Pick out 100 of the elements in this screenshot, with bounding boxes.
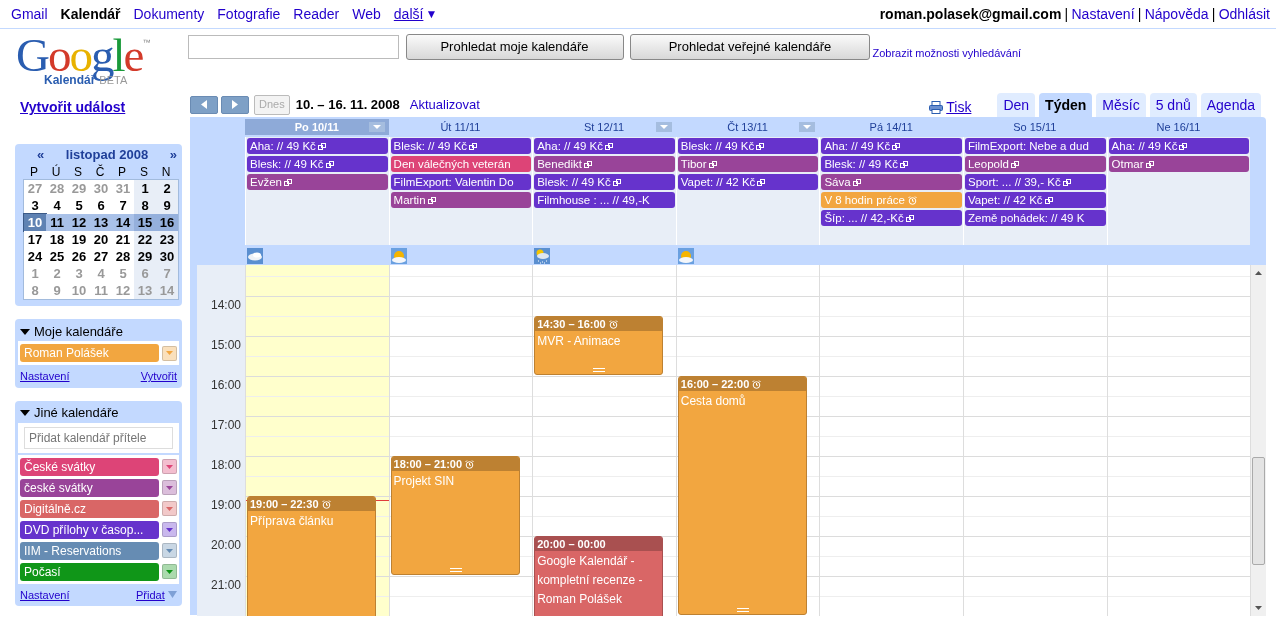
calendar-day[interactable]: 20 [90,231,112,248]
day-menu-button[interactable] [368,122,385,132]
search-button[interactable]: Prohledat veřejné kalendáře [630,34,870,60]
day-header[interactable]: Čt 13/11 [675,119,820,135]
calendar-day[interactable]: 1 [134,180,156,197]
header-link[interactable]: Nastavení [1071,3,1135,25]
calendar-menu-button[interactable] [162,345,177,361]
calendar-day[interactable]: 26 [68,248,90,265]
day-column[interactable] [819,265,963,616]
refresh-link[interactable]: Aktualizovat [409,94,480,115]
calendar-day[interactable]: 2 [156,180,178,197]
all-day-event[interactable]: Vapet: // 42 Kč [677,174,819,190]
panel-title[interactable]: Jiné kalendáře [34,403,119,423]
search-button[interactable]: Prohledat moje kalendáře [405,34,624,60]
view-tab[interactable]: Agenda [1200,93,1261,117]
calendar-day[interactable]: 17 [24,231,46,248]
calendar-day[interactable]: 15 [134,214,156,231]
all-day-event[interactable]: Aha: // 49 Kč [534,138,675,154]
app-link[interactable]: Kalendář [60,3,121,25]
app-link[interactable]: Fotografie [217,3,281,25]
calendar-day[interactable]: 4 [46,197,68,214]
search-field[interactable] [188,35,399,59]
view-tab[interactable]: Den [997,93,1036,117]
all-day-event[interactable]: Den válečných veterán [390,156,532,172]
resize-grip-icon[interactable] [736,608,749,612]
calendar-day[interactable]: 10 [24,214,46,231]
day-header[interactable]: Pá 14/11 [819,119,963,135]
previous-month-button[interactable]: « [37,145,45,165]
all-day-event[interactable]: Země pohádek: // 49 K [964,210,1106,226]
all-day-event[interactable]: Tibor [677,156,819,172]
all-day-event[interactable]: Blesk: // 49 Kč [677,138,819,154]
day-header[interactable]: Ne 16/11 [1106,119,1251,135]
calendar-day[interactable]: 25 [46,248,68,265]
all-day-event[interactable]: Aha: // 49 Kč [247,138,388,154]
view-tab[interactable]: Měsíc [1096,93,1146,117]
calendar-day[interactable]: 13 [90,214,112,231]
all-day-event[interactable]: Aha: // 49 Kč [1108,138,1250,154]
all-day-event[interactable]: Evžen [247,174,388,190]
panel-link[interactable]: Nastavení [20,368,70,385]
day-header[interactable]: So 15/11 [962,119,1107,135]
day-menu-button[interactable] [655,122,672,132]
all-day-event[interactable]: Blesk: // 49 Kč [821,156,962,172]
more-link[interactable]: další [393,3,424,25]
calendar-day[interactable]: 9 [156,197,178,214]
view-tab[interactable]: 5 dnů [1149,93,1197,117]
day-column[interactable] [962,265,1107,616]
resize-grip-icon[interactable] [593,368,606,372]
search-options-link[interactable]: Zobrazit možnosti vyhledávání [872,45,1022,62]
calendar-menu-button[interactable] [162,564,177,579]
calendar-day[interactable]: 12 [68,214,90,231]
panel-link[interactable]: Nastavení [20,586,70,603]
calendar-day[interactable]: 30 [156,248,178,265]
calendar-menu-button[interactable] [162,501,177,516]
create-event-link[interactable]: Vytvořit událost [20,97,126,118]
scroll-up-arrow-icon[interactable] [1255,271,1263,275]
all-day-event[interactable]: Šíp: ... // 42,-Kč [821,210,962,226]
calendar-day[interactable]: 18 [46,231,68,248]
calendar-day[interactable]: 24 [24,248,46,265]
all-day-event[interactable]: Leopold [964,156,1106,172]
scroll-down-arrow-icon[interactable] [1255,606,1263,610]
panel-link[interactable]: Přidat [136,586,165,603]
calendar-day[interactable]: 6 [90,197,112,214]
app-link[interactable]: Gmail [11,3,48,25]
calendar-day[interactable]: 27 [90,248,112,265]
calendar-day[interactable]: 19 [68,231,90,248]
day-header[interactable]: St 12/11 [532,119,676,135]
calendar-day[interactable]: 22 [134,231,156,248]
calendar-chip[interactable]: DVD přílohy v časop... [20,520,159,539]
panel-title[interactable]: Moje kalendáře [34,321,123,342]
header-link[interactable]: Odhlásit [1218,3,1270,25]
calendar-day[interactable]: 8 [134,197,156,214]
panel-link[interactable]: Vytvořit [140,368,177,385]
all-day-event[interactable]: Martin [390,192,532,208]
calendar-menu-button[interactable] [162,480,177,495]
collapse-triangle-icon[interactable] [20,409,30,417]
printer-icon[interactable] [929,101,943,114]
all-day-event[interactable]: Benedikt [534,156,675,172]
all-day-event[interactable]: Vapet: // 42 Kč [964,192,1106,208]
calendar-chip[interactable]: České svátky [20,457,159,476]
calendar-day[interactable]: 5 [68,197,90,214]
all-day-event[interactable]: Otmar [1108,156,1250,172]
calendar-menu-button[interactable] [162,522,177,537]
app-link[interactable]: Reader [293,3,340,25]
calendar-menu-button[interactable] [162,543,177,558]
scrollbar[interactable] [1250,265,1267,616]
day-column[interactable]: 14:30 – 16:00 MVR - Animace 20:00 – 00:00 Google Kalendář - kompletní recenze - Roman Polášek [532,265,676,616]
next-month-button[interactable]: » [169,145,177,165]
calendar-chip[interactable]: IIM - Reservations [20,541,159,560]
app-link[interactable]: Web [352,3,381,25]
all-day-event[interactable]: Aha: // 49 Kč [821,138,962,154]
all-day-event[interactable]: Filmhouse : ... // 49,-K [534,192,675,208]
calendar-chip[interactable]: české svátky [20,478,159,497]
all-day-event[interactable]: Blesk: // 49 Kč [247,156,388,172]
calendar-day[interactable]: 7 [112,197,134,214]
resize-grip-icon[interactable] [449,568,462,572]
calendar-day[interactable]: 14 [112,214,134,231]
add-calendar-field[interactable]: Přidat kalendář přítele [24,426,173,449]
calendar-day[interactable]: 29 [134,248,156,265]
calendar-day[interactable]: 11 [46,214,68,231]
all-day-event[interactable]: FilmExport: Valentin Do [390,174,532,190]
